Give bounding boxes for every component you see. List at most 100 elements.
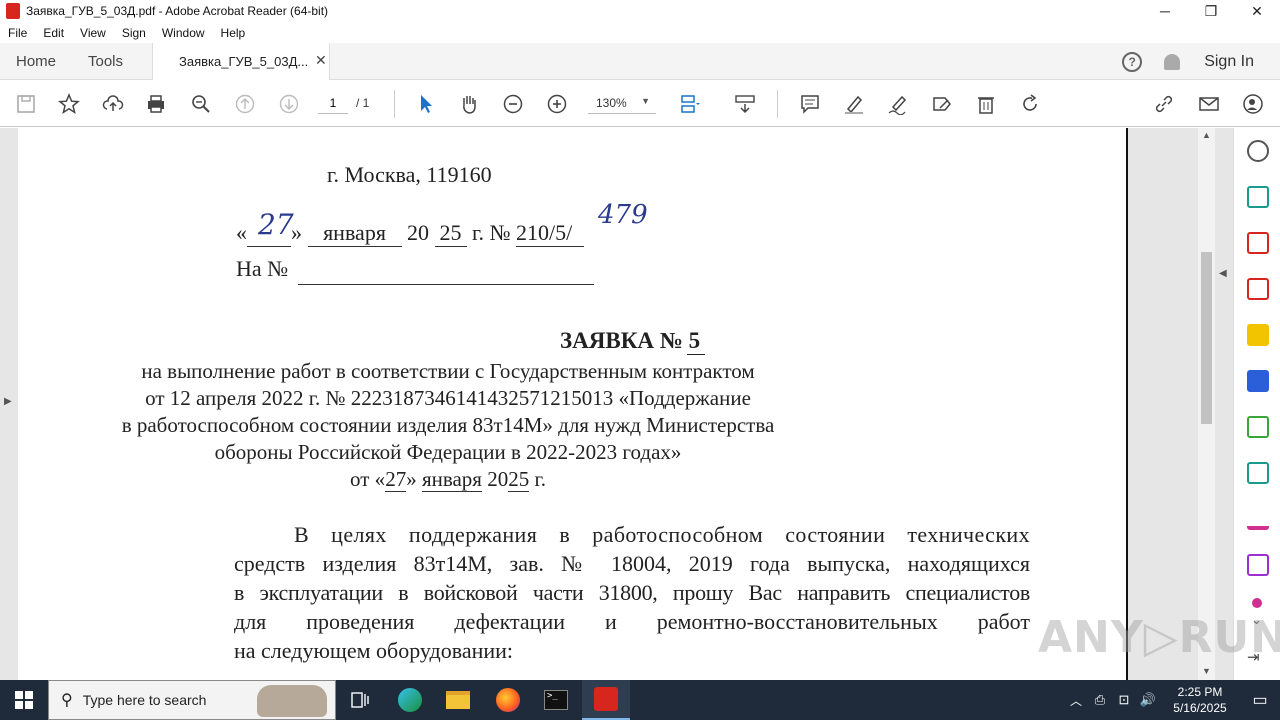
maximize-button[interactable]: ❐ — [1188, 0, 1234, 22]
notifications-bell-icon[interactable] — [1164, 53, 1181, 70]
edge-browser-icon[interactable] — [386, 680, 434, 720]
organize-pages-icon[interactable] — [1247, 232, 1269, 254]
chevron-up-icon[interactable]: ︿ — [1064, 692, 1088, 709]
highlight-pen-icon[interactable] — [842, 92, 866, 116]
windows-logo-icon — [15, 691, 33, 709]
next-page-icon[interactable] — [277, 92, 301, 116]
system-tray: ︿ ⎙ ⊡ 🔊 2:25 PM 5/16/2025 ▭ — [1064, 680, 1280, 720]
from-date-line: от «27» января 2025 г. — [350, 467, 546, 492]
select-pointer-icon[interactable] — [414, 92, 438, 116]
body-line: для проведения дефектации и ремонтно-вос… — [234, 609, 1030, 634]
delete-trash-icon[interactable] — [974, 92, 998, 116]
doc-heading: ЗАЯВКА № 5 — [560, 328, 701, 353]
tab-tools[interactable]: Tools — [88, 43, 123, 80]
document-viewport[interactable]: ▶ г. Москва, 119160 « » января 20 25 г. … — [0, 128, 1233, 680]
notification-center-icon[interactable]: ▭ — [1240, 680, 1280, 720]
close-tab-icon[interactable]: ✕ — [315, 52, 327, 69]
search-highlight-image — [257, 685, 327, 717]
body-line: В целях поддержания в работоспособном со… — [294, 522, 1030, 547]
scrollbar-thumb[interactable] — [1201, 252, 1212, 424]
doc-subtitle: на выполнение работ в соответствии с Гос… — [18, 358, 1126, 493]
email-icon[interactable] — [1197, 92, 1221, 116]
page-layout-icon[interactable] — [677, 92, 701, 116]
scroll-up-icon[interactable]: ▲ — [1202, 130, 1211, 140]
more-tools-dot-icon[interactable] — [1252, 598, 1262, 608]
subtitle-line: в работоспособном состоянии изделия 83т1… — [121, 413, 775, 437]
task-view-icon[interactable] — [336, 680, 384, 720]
menu-window[interactable]: Window — [154, 26, 213, 40]
zoom-level-value: 130% — [596, 96, 627, 110]
menu-edit[interactable]: Edit — [35, 26, 72, 40]
windows-taskbar: ⚲ Type here to search >_ ︿ ⎙ ⊡ 🔊 2:25 PM… — [0, 680, 1280, 720]
handwritten-number: 479 — [598, 200, 648, 230]
export-pdf-icon[interactable] — [1247, 186, 1269, 208]
clock[interactable]: 2:25 PM 5/16/2025 — [1160, 684, 1240, 716]
page-number-input[interactable] — [318, 92, 348, 114]
menu-bar: File Edit View Sign Window Help — [0, 22, 1280, 43]
hand-tool-icon[interactable] — [457, 92, 481, 116]
volume-icon[interactable]: 🔊 — [1136, 692, 1160, 708]
subtitle-line: от 12 апреля 2022 г. № 22231873461414325… — [145, 386, 751, 410]
menu-view[interactable]: View — [72, 26, 114, 40]
acrobat-app-icon — [6, 3, 20, 19]
create-pdf-icon[interactable] — [1247, 278, 1269, 300]
help-icon[interactable]: ? — [1122, 51, 1143, 72]
combine-files-icon[interactable] — [1247, 370, 1269, 392]
taskbar-search-box[interactable]: ⚲ Type here to search — [48, 680, 336, 720]
compress-icon[interactable] — [1247, 416, 1269, 438]
draw-freehand-icon[interactable] — [886, 92, 910, 116]
zoom-in-icon[interactable] — [545, 92, 569, 116]
body-line: на следующем оборудовании: — [234, 638, 514, 663]
scroll-down-icon[interactable]: ▼ — [1202, 666, 1211, 676]
chevron-down-icon: ▼ — [641, 96, 650, 106]
tab-bar: Home Tools Заявка_ГУВ_5_03Д... ✕ ? Sign … — [0, 43, 1280, 81]
body-line: в эксплуатации в войсковой части 31800, … — [234, 580, 1030, 605]
search-zoom-icon[interactable] — [1247, 140, 1269, 162]
print-icon[interactable] — [144, 92, 168, 116]
start-button[interactable] — [0, 680, 48, 720]
search-placeholder: Type here to search — [82, 692, 207, 708]
tab-document-label: Заявка_ГУВ_5_03Д... — [179, 54, 309, 69]
tab-document[interactable]: Заявка_ГУВ_5_03Д... ✕ — [152, 43, 330, 81]
firefox-icon[interactable] — [484, 680, 532, 720]
menu-sign[interactable]: Sign — [114, 26, 154, 40]
right-tools-panel: ⌄ ⇥ — [1233, 128, 1280, 680]
wifi-icon[interactable]: ⊡ — [1112, 692, 1136, 708]
zoom-out-icon[interactable] — [501, 92, 525, 116]
zoom-level-dropdown[interactable]: 130% ▼ — [588, 92, 656, 114]
doc-address: г. Москва, 119160 — [327, 162, 492, 187]
scroll-mode-icon[interactable] — [733, 92, 757, 116]
previous-page-icon[interactable] — [233, 92, 257, 116]
close-window-button[interactable]: ✕ — [1234, 0, 1280, 22]
comment-tool-icon[interactable] — [1247, 324, 1269, 346]
left-panel-toggle-icon[interactable]: ▶ — [4, 396, 12, 407]
subtitle-line: обороны Российской Федерации в 2022-2023… — [214, 440, 682, 464]
edit-text-icon[interactable] — [930, 92, 954, 116]
rotate-icon[interactable] — [1018, 92, 1042, 116]
tab-home[interactable]: Home — [16, 43, 56, 80]
vertical-scrollbar[interactable]: ▲ ▼ — [1198, 128, 1215, 680]
save-icon[interactable] — [14, 92, 38, 116]
search-icon: ⚲ — [61, 692, 73, 709]
link-share-icon[interactable] — [1152, 92, 1176, 116]
clock-time: 2:25 PM — [1177, 685, 1223, 699]
terminal-icon[interactable]: >_ — [532, 680, 580, 720]
zoom-search-icon[interactable] — [189, 92, 213, 116]
add-user-icon[interactable] — [1241, 92, 1265, 116]
acrobat-taskbar-icon[interactable] — [582, 680, 630, 720]
menu-help[interactable]: Help — [213, 26, 254, 40]
protect-icon[interactable] — [1247, 554, 1269, 576]
fill-sign-icon[interactable] — [1247, 508, 1269, 530]
right-panel-toggle-icon[interactable]: ◀ — [1219, 268, 1227, 279]
watermark-logo: ANY▷RUN — [1038, 612, 1280, 663]
minimize-button[interactable]: ─ — [1142, 0, 1188, 22]
sign-in-link[interactable]: Sign In — [1204, 53, 1254, 71]
comment-icon[interactable] — [798, 92, 822, 116]
star-icon[interactable] — [57, 92, 81, 116]
file-explorer-icon[interactable] — [434, 680, 482, 720]
edit-pdf-icon[interactable] — [1247, 462, 1269, 484]
upload-cloud-icon[interactable] — [101, 92, 125, 116]
body-line: средств изделия 83т14М, зав. № 18004, 20… — [234, 551, 1030, 576]
menu-file[interactable]: File — [0, 26, 35, 40]
network-icon[interactable]: ⎙ — [1088, 692, 1112, 708]
